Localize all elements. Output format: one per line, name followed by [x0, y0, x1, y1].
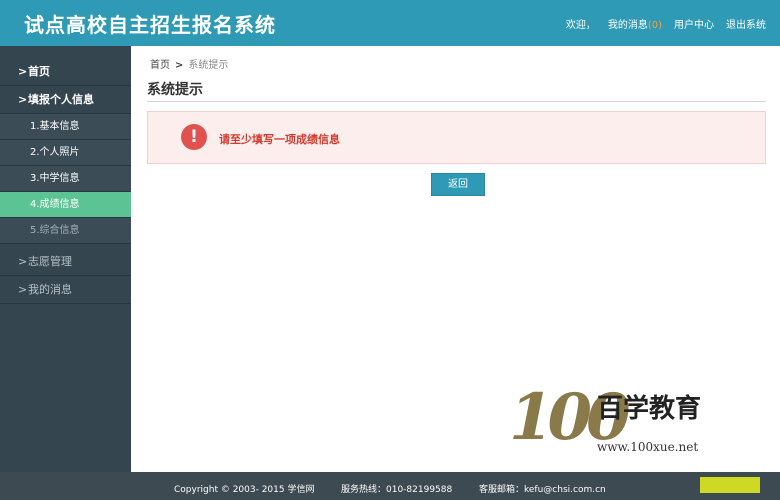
back-button[interactable]: 返回 [431, 173, 485, 196]
watermark-url: www.100xue.net [597, 440, 699, 454]
welcome-text: 欢迎， [565, 20, 596, 31]
page-title: 系统提示 [147, 82, 203, 98]
sidebar-item-label: 首页 [28, 65, 50, 78]
sidebar-sub-basic-info[interactable]: 1.基本信息 [0, 114, 131, 140]
header-bar: 试点高校自主招生报名系统 欢迎， 我的消息(0) 用户中心 退出系统 [0, 0, 780, 46]
footer-hotline: 服务热线：010-82199588 [341, 485, 453, 495]
sidebar-item-wish-mgmt[interactable]: >志愿管理 [0, 248, 131, 276]
chevron-right-icon: > [18, 255, 28, 268]
breadcrumb-separator: > [175, 60, 184, 71]
footer-copyright: Copyright © 2003- 2015 学信网 [174, 485, 315, 495]
chevron-right-icon: > [18, 65, 28, 78]
top-nav: 欢迎， 我的消息(0) 用户中心 退出系统 [566, 16, 766, 31]
footer-email: 客服邮箱：kefu@chsi.com.cn [479, 485, 606, 495]
yellow-highlight [700, 477, 760, 493]
user-center-link[interactable]: 用户中心 [674, 16, 714, 31]
alert-box: ! 请至少填写一项成绩信息 [147, 111, 766, 164]
sidebar-sub-comprehensive-info[interactable]: 5.综合信息 [0, 218, 131, 244]
logout-link[interactable]: 退出系统 [726, 16, 766, 31]
sidebar-item-home[interactable]: >首页 [0, 58, 131, 86]
sidebar-item-label: 我的消息 [28, 283, 72, 296]
sidebar-item-label: 填报个人信息 [28, 93, 94, 106]
sidebar-sub-score-info[interactable]: 4.成绩信息 [0, 192, 131, 218]
message-count: (0) [647, 20, 662, 31]
watermark-logo: 100 百学教育 www.100xue.net [505, 380, 705, 470]
sidebar-sub-school-info[interactable]: 3.中学信息 [0, 166, 131, 192]
title-divider [147, 101, 766, 102]
exclamation-icon: ! [181, 124, 207, 150]
sidebar-item-my-messages[interactable]: >我的消息 [0, 276, 131, 304]
breadcrumb-current: 系统提示 [188, 60, 229, 71]
breadcrumb: 首页 > 系统提示 [150, 56, 228, 71]
site-title: 试点高校自主招生报名系统 [24, 13, 276, 37]
watermark-brand: 百学教育 [597, 394, 702, 424]
breadcrumb-home[interactable]: 首页 [150, 60, 170, 71]
sidebar-item-fill-info[interactable]: >填报个人信息 [0, 86, 131, 114]
sidebar-item-label: 志愿管理 [28, 255, 72, 268]
my-messages-link[interactable]: 我的消息(0) [608, 16, 662, 31]
alert-message: 请至少填写一项成绩信息 [219, 133, 340, 146]
footer: Copyright © 2003- 2015 学信网 服务热线：010-8219… [0, 472, 780, 500]
my-messages-label: 我的消息 [607, 20, 648, 31]
sidebar: >首页 >填报个人信息 1.基本信息 2.个人照片 3.中学信息 4.成绩信息 … [0, 46, 131, 472]
sidebar-sub-photo[interactable]: 2.个人照片 [0, 140, 131, 166]
chevron-right-icon: > [18, 93, 28, 106]
chevron-right-icon: > [18, 283, 28, 296]
